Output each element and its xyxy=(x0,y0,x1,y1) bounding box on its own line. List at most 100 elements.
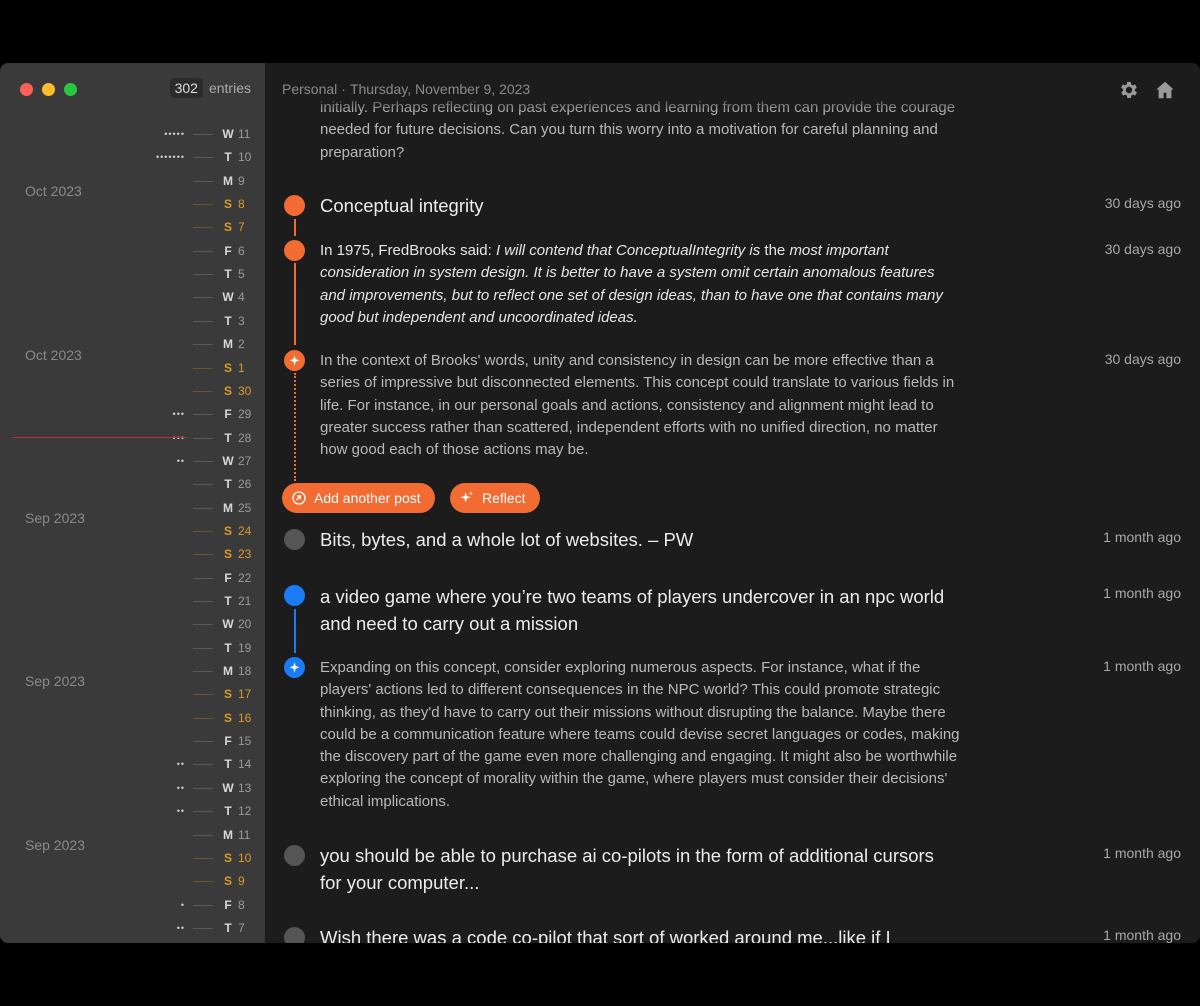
sidebar-day-row[interactable]: ••• F 29 xyxy=(0,404,265,424)
sidebar-day-row[interactable]: • F 8 xyxy=(0,895,265,915)
sidebar-day-row[interactable]: •• W 13 xyxy=(0,778,265,798)
entry-quote[interactable]: In 1975, FredBrooks said: I will contend… xyxy=(320,240,960,329)
day-tick xyxy=(193,834,213,836)
day-number: 8 xyxy=(238,897,245,912)
sidebar-day-row[interactable]: M2 xyxy=(0,334,265,354)
ai-reflection[interactable]: In the context of Brooks' words, unity a… xyxy=(320,350,960,461)
day-letter: M xyxy=(223,337,233,352)
entry-title[interactable]: Bits, bytes, and a whole lot of websites… xyxy=(320,527,960,554)
sidebar-day-row[interactable]: M 25 xyxy=(0,498,265,518)
entry-dots: ••• xyxy=(172,409,185,420)
sidebar-day-row[interactable]: ••••••• T 10 xyxy=(0,147,265,167)
add-another-post-label: Add another post xyxy=(314,490,421,506)
day-number: 9 xyxy=(238,874,245,889)
journal-name[interactable]: Personal xyxy=(282,81,337,97)
ai-reflection[interactable]: Expanding on this concept, consider expl… xyxy=(320,657,960,813)
sidebar-day-row[interactable]: W4 xyxy=(0,287,265,307)
entry-title[interactable]: Conceptual integrity xyxy=(320,193,960,220)
sidebar-day-row[interactable]: S 30 xyxy=(0,381,265,401)
day-tick xyxy=(193,250,213,252)
home-icon[interactable] xyxy=(1154,79,1176,101)
day-letter: M xyxy=(223,173,233,188)
day-tick xyxy=(193,694,213,696)
thread-line xyxy=(294,609,296,653)
entry-title[interactable]: a video game where you’re two teams of p… xyxy=(320,584,960,637)
day-tick xyxy=(193,764,213,766)
thread-line xyxy=(294,263,296,345)
reflect-button[interactable]: Reflect xyxy=(450,483,540,513)
day-number: 3 xyxy=(238,313,245,328)
sidebar-day-row[interactable]: F 22 xyxy=(0,568,265,588)
gear-icon[interactable] xyxy=(1118,79,1140,101)
quote-italic: I will contend that ConceptualIntegrity … xyxy=(495,242,761,259)
sidebar-day-row[interactable]: •• T 12 xyxy=(0,801,265,821)
sidebar-day-row[interactable]: •• T 14 xyxy=(0,754,265,774)
day-letter: M xyxy=(223,664,233,679)
sidebar-day-row[interactable]: S 23 xyxy=(0,544,265,564)
quote-prefix: In 1975, FredBrooks said: xyxy=(320,242,496,259)
entry-node[interactable] xyxy=(284,845,305,866)
journal-feed: Personal·Thursday, November 9, 2023 init… xyxy=(265,63,1200,943)
sidebar-day-row[interactable]: F 15 xyxy=(0,731,265,751)
day-tick xyxy=(193,134,213,135)
day-tick xyxy=(193,344,213,346)
day-tick xyxy=(193,484,213,486)
day-number: 13 xyxy=(238,780,252,795)
day-tick xyxy=(193,647,213,649)
thread-line-dotted xyxy=(294,373,296,481)
sidebar-day-row[interactable]: M 11 xyxy=(0,825,265,845)
day-tick xyxy=(193,367,213,369)
day-letter: T xyxy=(224,313,232,328)
add-another-post-button[interactable]: Add another post xyxy=(282,483,435,513)
sidebar-day-row[interactable]: T 21 xyxy=(0,591,265,611)
sidebar-day-row[interactable]: W 20 xyxy=(0,614,265,634)
day-tick xyxy=(193,157,213,159)
sidebar-day-row[interactable]: T 19 xyxy=(0,638,265,658)
sidebar-day-row[interactable]: S 17 xyxy=(0,684,265,704)
day-letter: W xyxy=(222,780,234,795)
day-number: 9 xyxy=(238,173,245,188)
sidebar-day-row[interactable]: T5 xyxy=(0,264,265,284)
minimize-window-button[interactable] xyxy=(42,83,55,96)
entry-node[interactable] xyxy=(284,585,305,606)
sidebar-day-row[interactable]: S8 xyxy=(0,194,265,214)
day-tick xyxy=(193,881,213,883)
entry-node[interactable] xyxy=(284,195,305,216)
day-tick xyxy=(193,414,213,416)
day-number: 26 xyxy=(238,477,252,492)
sidebar-day-row[interactable]: S7 xyxy=(0,217,265,237)
sidebar-day-row[interactable]: S 10 xyxy=(0,848,265,868)
sidebar-day-row[interactable]: T 26 xyxy=(0,474,265,494)
day-letter: T xyxy=(224,920,232,935)
day-letter: S xyxy=(223,197,232,212)
entry-timestamp: 30 days ago xyxy=(1104,241,1181,257)
sidebar-day-row[interactable]: M9 xyxy=(0,171,265,191)
entry-node[interactable] xyxy=(284,927,305,943)
sidebar-day-row[interactable]: •• W 27 xyxy=(0,451,265,471)
day-tick xyxy=(193,577,213,579)
breadcrumb: Personal · Thursday, November 9, 2023 xyxy=(282,81,530,97)
sidebar-day-row[interactable]: F6 xyxy=(0,241,265,261)
add-post-icon xyxy=(291,490,307,506)
zoom-window-button[interactable] xyxy=(64,83,77,96)
day-number: 1 xyxy=(238,360,245,375)
day-tick xyxy=(193,274,213,276)
day-tick xyxy=(193,554,213,556)
sidebar-day-row[interactable]: S 24 xyxy=(0,521,265,541)
entry-title[interactable]: Wish there was a code co-pilot that sort… xyxy=(320,925,960,943)
sidebar-day-row[interactable]: ••••• W 11 xyxy=(0,124,265,144)
entry-node[interactable] xyxy=(284,240,305,261)
sidebar-day-row[interactable]: S 16 xyxy=(0,708,265,728)
entry-node[interactable] xyxy=(284,529,305,550)
day-letter: M xyxy=(223,827,233,842)
sidebar-day-row[interactable]: S1 xyxy=(0,358,265,378)
close-window-button[interactable] xyxy=(20,83,33,96)
sidebar-day-row[interactable]: T3 xyxy=(0,311,265,331)
sidebar-day-row[interactable]: M 18 xyxy=(0,661,265,681)
entry-dots: •• xyxy=(176,782,185,793)
day-tick xyxy=(193,297,213,299)
entry-timestamp: 1 month ago xyxy=(1103,845,1181,861)
sidebar-day-row[interactable]: S9 xyxy=(0,871,265,891)
entry-title[interactable]: you should be able to purchase ai co-pil… xyxy=(320,843,960,896)
sidebar-day-row[interactable]: •• T 7 xyxy=(0,918,265,938)
